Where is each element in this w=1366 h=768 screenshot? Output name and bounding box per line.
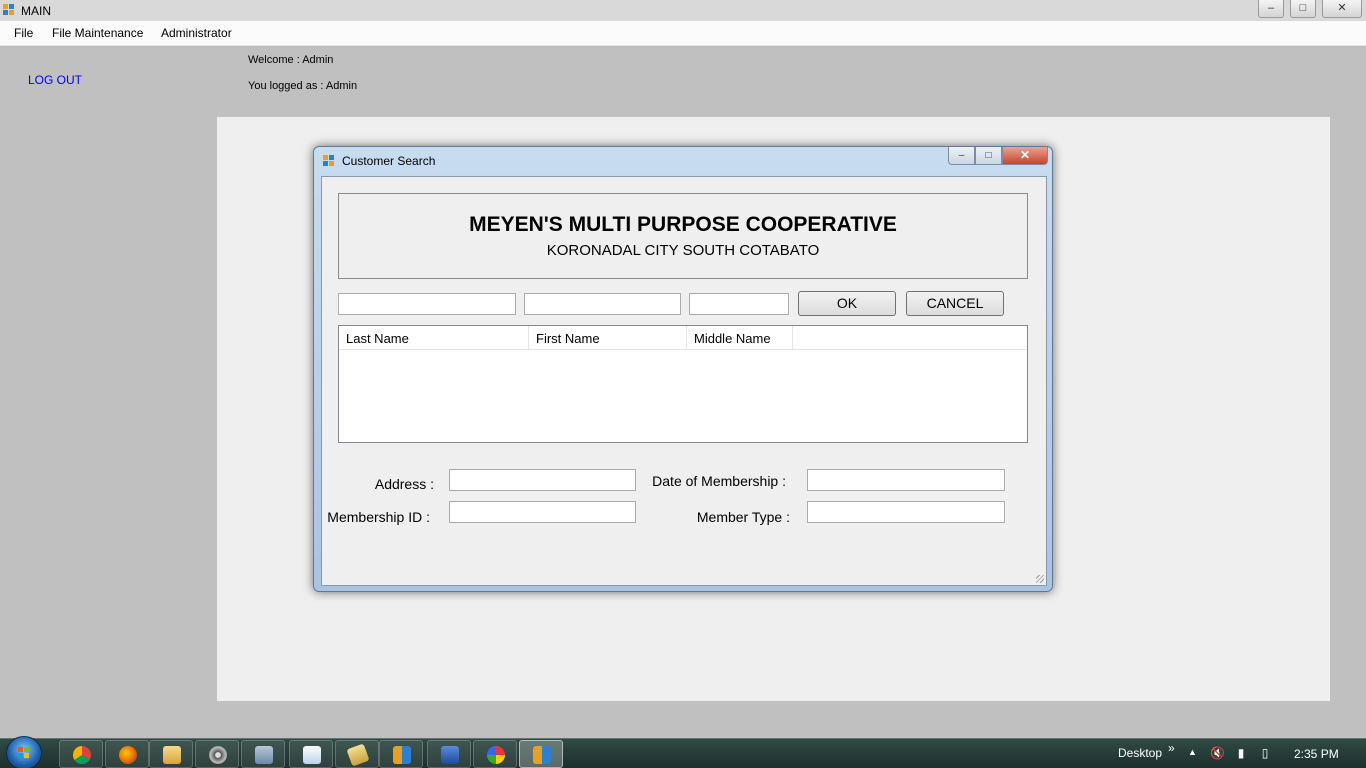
org-header: MEYEN'S MULTI PURPOSE COOPERATIVE KORONA… [338, 193, 1028, 279]
menu-file[interactable]: File [14, 26, 33, 40]
taskbar-media[interactable] [195, 740, 239, 768]
taskbar-chrome[interactable] [59, 740, 103, 768]
taskbar-winform-app[interactable] [519, 740, 563, 768]
dialog-minimize-button[interactable]: – [948, 147, 975, 165]
ticket-icon [346, 743, 370, 767]
membership-id-label: Membership ID : [327, 509, 430, 525]
winform-icon [533, 746, 551, 764]
taskbar-ticket[interactable] [335, 740, 379, 768]
dialog-close-button[interactable]: ✕ [1002, 147, 1048, 165]
last-name-search-input[interactable] [338, 293, 516, 315]
taskbar-tool[interactable] [241, 740, 285, 768]
restore-button[interactable]: □ [1290, 0, 1316, 18]
customer-search-dialog: Customer Search – □ ✕ MEYEN'S MULTI PURP… [313, 146, 1053, 592]
date-of-membership-field[interactable] [807, 469, 1005, 491]
battery-icon[interactable]: ▯ [1258, 746, 1272, 760]
monitor-icon [441, 746, 459, 764]
notepad-icon [303, 746, 321, 764]
menu-bar: File File Maintenance Administrator [0, 21, 1366, 46]
tool-icon [255, 746, 273, 764]
dialog-app-icon [323, 155, 335, 167]
member-type-field[interactable] [807, 501, 1005, 523]
org-address: KORONADAL CITY SOUTH COTABATO [546, 242, 820, 259]
welcome-text: Welcome : Admin [248, 54, 334, 66]
taskbar-firefox[interactable] [105, 740, 149, 768]
main-titlebar: MAIN – □ ✕ [0, 0, 1366, 21]
taskbar-paint[interactable] [473, 740, 517, 768]
logged-as-text: You logged as : Admin [248, 80, 358, 92]
org-name: MEYEN'S MULTI PURPOSE COOPERATIVE [469, 213, 897, 236]
chrome-icon [73, 746, 91, 764]
customer-list[interactable]: Last Name First Name Middle Name [338, 325, 1028, 443]
window-title: MAIN [21, 4, 51, 18]
network-signal-icon[interactable]: ▮ [1234, 746, 1248, 760]
volume-muted-icon[interactable]: 🔇 [1210, 746, 1225, 760]
ok-button[interactable]: OK [798, 291, 896, 316]
resize-grip[interactable] [1036, 575, 1044, 583]
column-first-name[interactable]: First Name [529, 326, 687, 350]
dialog-maximize-button[interactable]: □ [975, 147, 1002, 165]
middle-name-search-input[interactable] [689, 293, 789, 315]
app-icon [3, 4, 15, 16]
app-icon [393, 746, 411, 764]
logout-link[interactable]: LOG OUT [28, 73, 82, 87]
membership-id-field[interactable] [449, 501, 636, 523]
member-type-label: Member Type : [696, 509, 790, 525]
menu-file-maintenance[interactable]: File Maintenance [52, 26, 143, 40]
menu-administrator[interactable]: Administrator [161, 26, 232, 40]
minimize-button[interactable]: – [1258, 0, 1284, 18]
clock[interactable]: 2:35 PM [1294, 747, 1339, 761]
firefox-icon [119, 746, 137, 764]
address-field[interactable] [449, 469, 636, 491]
desktop-toolbar-label[interactable]: Desktop [1118, 746, 1162, 760]
start-button[interactable] [6, 736, 42, 768]
column-middle-name[interactable]: Middle Name [687, 326, 793, 350]
close-button[interactable]: ✕ [1322, 0, 1362, 18]
dialog-client-area: MEYEN'S MULTI PURPOSE COOPERATIVE KORONA… [321, 176, 1047, 586]
media-icon [209, 746, 227, 764]
taskbar-monitor[interactable] [427, 740, 471, 768]
taskbar-notepad[interactable] [289, 740, 333, 768]
date-of-membership-label: Date of Membership : [652, 473, 786, 489]
windows-logo-icon [18, 747, 30, 759]
tray-expand-icon[interactable]: ▲ [1188, 747, 1197, 757]
column-last-name[interactable]: Last Name [339, 326, 529, 350]
toolbar-chevron-icon[interactable]: » [1168, 741, 1175, 755]
taskbar-app[interactable] [379, 740, 423, 768]
paint-icon [487, 746, 505, 764]
explorer-icon [163, 746, 181, 764]
taskbar-explorer[interactable] [149, 740, 193, 768]
address-label: Address : [374, 476, 434, 492]
dialog-title: Customer Search [342, 154, 436, 168]
first-name-search-input[interactable] [524, 293, 681, 315]
cancel-button[interactable]: CANCEL [906, 291, 1004, 316]
list-header: Last Name First Name Middle Name [339, 326, 1027, 350]
taskbar: Desktop » ▲ 🔇 ▮ ▯ 2:35 PM [0, 736, 1366, 768]
